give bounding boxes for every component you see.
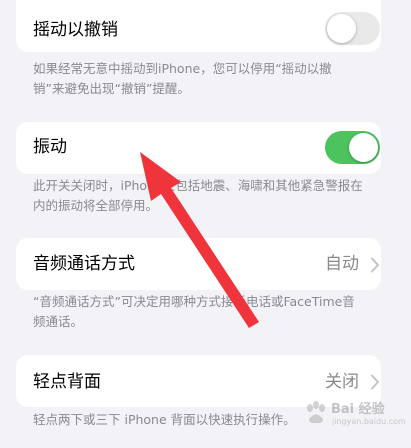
watermark-text: Bai 经验	[331, 402, 385, 417]
back-tap-value: 关闭	[325, 372, 359, 392]
vibration-toggle[interactable]	[325, 131, 380, 164]
watermark-subtext: jingyan.baidu.com	[332, 417, 406, 426]
chevron-right-icon	[371, 374, 379, 390]
back-tap-label: 轻点背面	[33, 372, 101, 392]
shake-to-undo-footnote: 如果经常无意中摇动到iPhone，您可以停用“摇动以撤销”来避免出现“撤销”提醒…	[33, 61, 332, 96]
chevron-right-icon	[371, 257, 379, 273]
baidu-paw-icon	[307, 401, 325, 424]
shake-to-undo-toggle[interactable]	[325, 12, 380, 45]
call-audio-routing-footnote: “音频通话方式”可决定用哪种方式接听电话或FaceTime音频通话。	[33, 294, 355, 329]
shake-to-undo-row[interactable]: 摇动以撤销	[16, 0, 381, 52]
call-audio-routing-label: 音频通话方式	[33, 254, 135, 274]
vibration-row[interactable]: 振动	[16, 122, 381, 174]
vibration-label: 振动	[33, 137, 67, 157]
toggle-knob	[327, 14, 356, 43]
shake-to-undo-label: 摇动以撤销	[33, 20, 118, 40]
baidu-jingyan-watermark: Bai 经验 jingyan.baidu.com	[300, 394, 408, 434]
vibration-footnote: 此开关关闭时，iPhone上包括地震、海啸和其他紧急警报在内的振动将全部停用。	[33, 178, 363, 213]
call-audio-routing-row[interactable]: 音频通话方式 自动	[16, 238, 381, 290]
call-audio-routing-value: 自动	[325, 254, 359, 274]
toggle-knob	[349, 133, 378, 162]
